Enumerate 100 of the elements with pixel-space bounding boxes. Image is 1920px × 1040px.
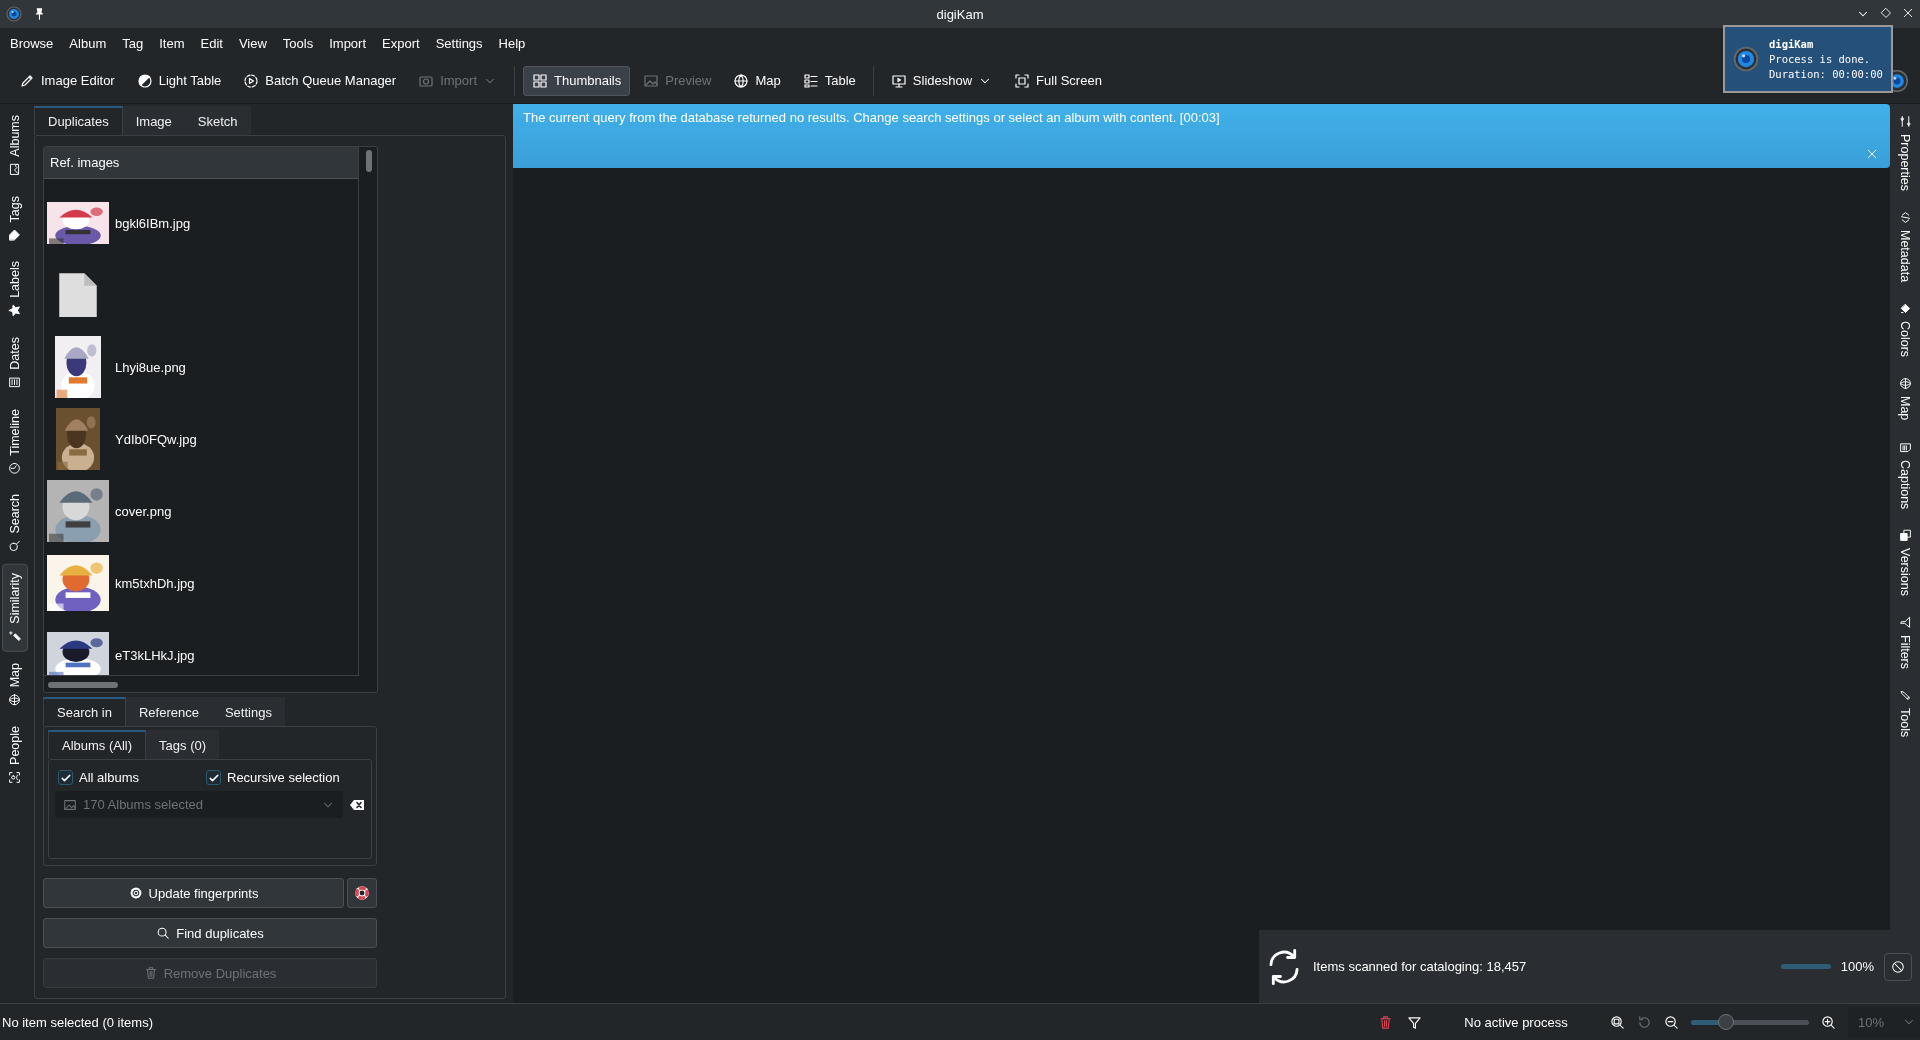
checkbox[interactable]: Recursive selection bbox=[203, 768, 343, 787]
file-name[interactable]: bgkl6IBm.jpg bbox=[115, 215, 191, 231]
globe-icon bbox=[1898, 377, 1912, 391]
toolbar-button[interactable]: Batch Queue Manager bbox=[234, 65, 406, 96]
file-name[interactable]: Lhyi8ue.png bbox=[115, 359, 186, 375]
pencil-icon bbox=[1898, 688, 1912, 702]
filter-icon bbox=[1898, 615, 1912, 629]
tab[interactable]: Duplicates bbox=[34, 106, 123, 135]
banner-message: The current query from the database returned no results. Change search settings or select an album with content. [00:03] bbox=[523, 110, 1221, 125]
selection-status: No item selected (0 items) bbox=[2, 1014, 153, 1030]
image-icon bbox=[643, 72, 660, 89]
toolbar-button[interactable]: Slideshow bbox=[881, 65, 1002, 96]
sidebar-tab[interactable]: Tags bbox=[2, 186, 28, 251]
sidebar-tab[interactable]: Colors bbox=[1892, 293, 1918, 367]
menu-item[interactable]: Album bbox=[61, 31, 115, 55]
sliders-icon bbox=[1898, 115, 1912, 128]
tag-icon bbox=[8, 228, 22, 242]
window-title: digiKam bbox=[936, 6, 984, 22]
sidebar-tab[interactable]: Metadata bbox=[1892, 202, 1918, 292]
menu-item[interactable]: Help bbox=[490, 31, 534, 55]
file-name[interactable]: YdIb0FQw.jpg bbox=[115, 431, 197, 447]
toolbar-button[interactable]: Light Table bbox=[127, 65, 231, 96]
menu-item[interactable]: Browse bbox=[2, 31, 62, 55]
image-icon bbox=[63, 797, 77, 812]
tab[interactable]: Search in bbox=[43, 697, 126, 726]
toolbar-button[interactable]: Full Screen bbox=[1005, 65, 1111, 96]
toolbar-button[interactable]: Image Editor bbox=[10, 65, 124, 96]
zoom-slider[interactable] bbox=[1691, 1014, 1809, 1030]
file-name[interactable]: eT3kLHkJ.jpg bbox=[115, 647, 195, 663]
refresh-icon bbox=[1637, 1014, 1652, 1030]
filter-button[interactable] bbox=[1407, 1014, 1422, 1030]
app-icon bbox=[6, 6, 22, 22]
trash-icon bbox=[1378, 1014, 1393, 1030]
notification-text: Duration: 00:00:00 bbox=[1769, 68, 1883, 80]
tab[interactable]: Image bbox=[122, 106, 185, 135]
sidebar-tab[interactable]: People bbox=[2, 717, 28, 793]
scrollbar-handle[interactable] bbox=[366, 150, 372, 172]
app-icon bbox=[1733, 46, 1759, 72]
tab[interactable]: Reference bbox=[125, 697, 212, 726]
update-fingerprints-button[interactable]: Update fingerprints bbox=[43, 878, 344, 908]
sidebar-tab[interactable]: Filters bbox=[1892, 606, 1918, 678]
menu-item[interactable]: Tools bbox=[274, 31, 322, 55]
image-icon bbox=[8, 162, 22, 176]
menu-item[interactable]: View bbox=[230, 31, 275, 55]
find-duplicates-button[interactable]: Find duplicates bbox=[43, 918, 377, 948]
tab[interactable]: Settings bbox=[211, 697, 285, 726]
gear-icon bbox=[128, 886, 143, 900]
file-name[interactable]: cover.png bbox=[115, 503, 172, 519]
diamond-icon bbox=[1880, 7, 1892, 19]
layers-icon bbox=[1898, 528, 1912, 542]
album-selector: 170 Albums selected bbox=[55, 791, 343, 818]
scrollbar-handle[interactable] bbox=[48, 682, 118, 688]
trash-icon bbox=[143, 966, 158, 980]
cancel-button[interactable] bbox=[1884, 952, 1912, 981]
filter-icon bbox=[1407, 1014, 1422, 1030]
tab[interactable]: Sketch bbox=[184, 106, 251, 135]
sidebar-tab[interactable]: Map bbox=[2, 653, 28, 715]
menu-item[interactable]: Import bbox=[321, 31, 375, 55]
slider-thumb[interactable] bbox=[1718, 1014, 1735, 1030]
person-icon bbox=[8, 770, 22, 784]
zoom-in-button[interactable] bbox=[1821, 1014, 1836, 1030]
sidebar-tab[interactable]: Labels bbox=[2, 252, 28, 326]
menu-item[interactable]: Export bbox=[374, 31, 428, 55]
sidebar-tab[interactable]: Properties bbox=[1892, 106, 1918, 200]
menu-item[interactable]: Tag bbox=[114, 31, 152, 55]
toolbar-button[interactable]: Table bbox=[793, 65, 865, 96]
sidebar-tab[interactable]: Versions bbox=[1892, 519, 1918, 605]
file-name[interactable]: km5txhDh.jpg bbox=[115, 575, 195, 591]
refresh-button[interactable] bbox=[1637, 1014, 1652, 1030]
globe-icon bbox=[733, 72, 750, 89]
tab[interactable]: Albums (All) bbox=[48, 730, 147, 759]
menu-item[interactable]: Item bbox=[151, 31, 193, 55]
close-icon bbox=[1902, 7, 1914, 19]
maximize-button[interactable] bbox=[1880, 7, 1892, 21]
sidebar-tab[interactable]: Tools bbox=[1892, 679, 1918, 747]
sidebar-tab[interactable]: Search bbox=[2, 485, 28, 562]
tab[interactable]: Tags (0) bbox=[146, 730, 220, 759]
notification-text: Process is done. bbox=[1769, 53, 1872, 65]
globe-icon bbox=[8, 693, 22, 706]
zoom-fit-button[interactable] bbox=[1610, 1014, 1625, 1030]
sidebar-tab[interactable]: Timeline bbox=[2, 399, 28, 484]
sidebar-tab[interactable]: Captions bbox=[1892, 431, 1918, 518]
menu-item[interactable]: Settings bbox=[427, 31, 491, 55]
process-status: No active process bbox=[1463, 1014, 1569, 1030]
sidebar-tab[interactable]: Similarity bbox=[2, 564, 28, 652]
toolbar-button[interactable]: Map bbox=[724, 65, 790, 96]
fullscreen-icon bbox=[1014, 72, 1031, 89]
table-icon bbox=[802, 72, 819, 89]
zoom-in-icon bbox=[1821, 1014, 1836, 1030]
toolbar-button[interactable]: Thumbnails bbox=[523, 65, 631, 96]
sidebar-tab[interactable]: Dates bbox=[2, 327, 28, 398]
zoom-out-button[interactable] bbox=[1664, 1014, 1679, 1030]
sidebar-tab[interactable]: Albums bbox=[2, 106, 28, 185]
sidebar-tab[interactable]: Map bbox=[1892, 368, 1918, 430]
trash-button[interactable] bbox=[1378, 1014, 1393, 1030]
notification-title: digiKam bbox=[1769, 38, 1815, 50]
checkbox[interactable]: All albums bbox=[55, 768, 203, 787]
help-button[interactable] bbox=[347, 878, 377, 908]
column-header: Ref. images bbox=[44, 147, 358, 179]
menu-item[interactable]: Edit bbox=[192, 31, 231, 55]
